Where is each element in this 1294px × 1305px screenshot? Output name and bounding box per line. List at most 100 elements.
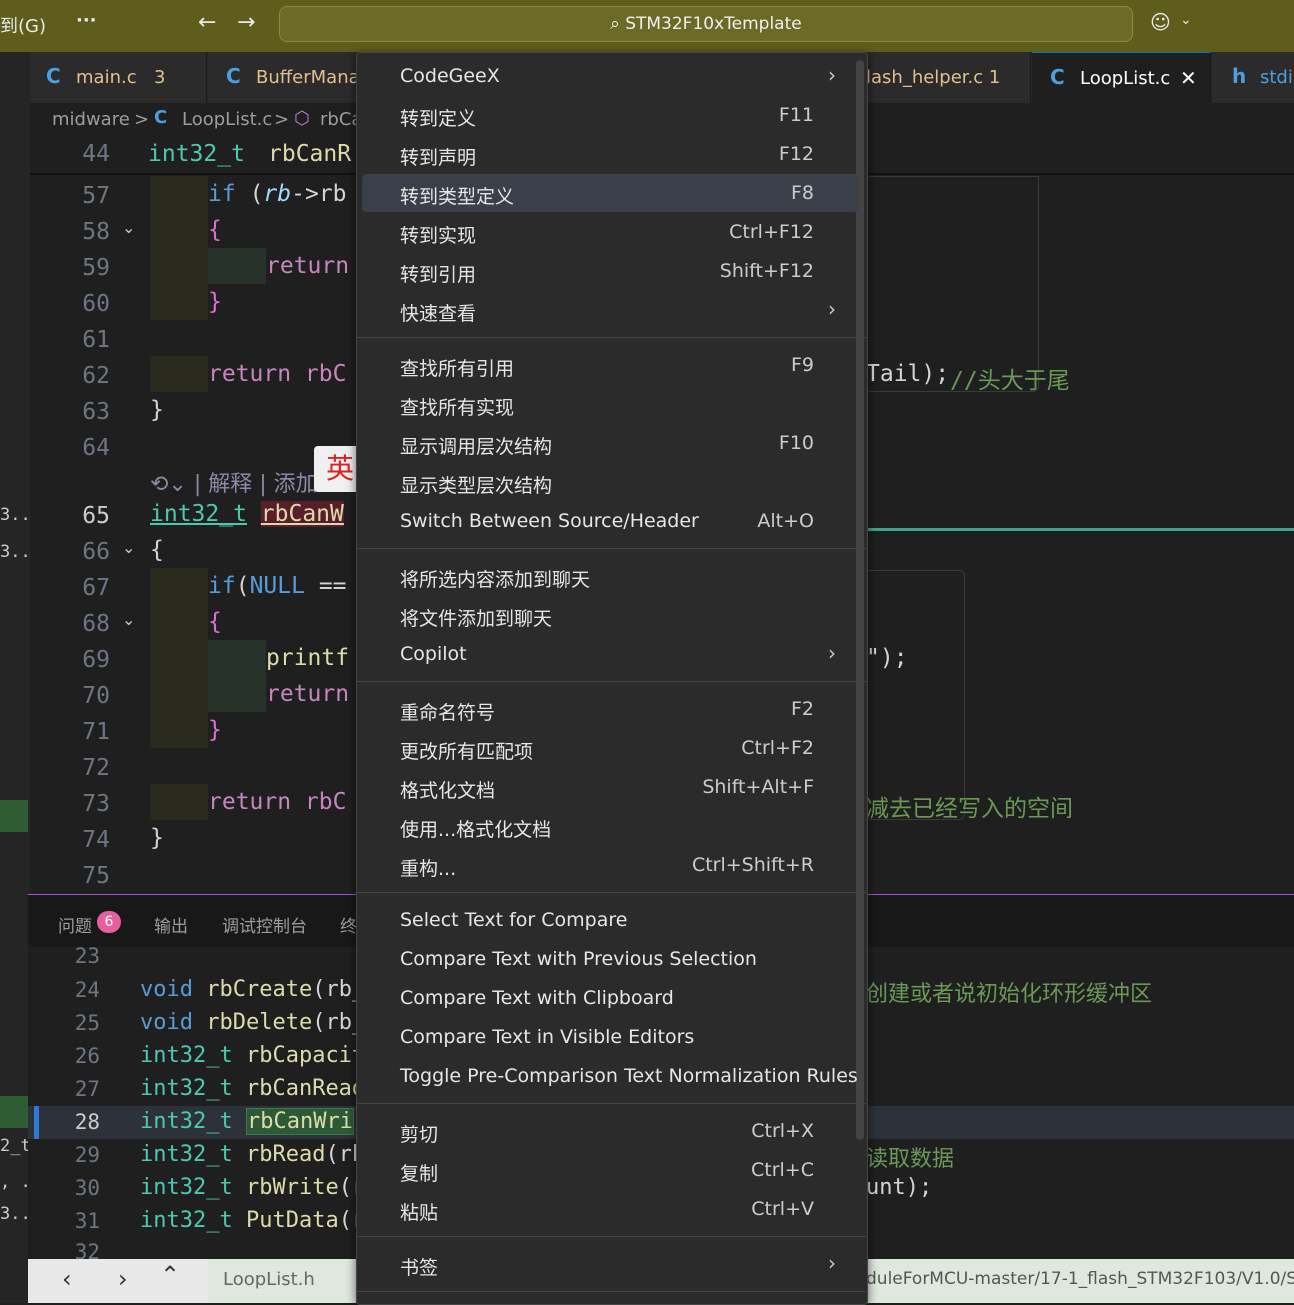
breadcrumb-file[interactable]: LoopList.c (182, 109, 272, 130)
command-center-search[interactable]: ⌕ STM32F10xTemplate (279, 6, 1133, 42)
menu-item-compare-visible-editors[interactable]: Compare Text in Visible Editors (362, 1018, 858, 1056)
arrow-right-icon[interactable]: → (237, 10, 255, 35)
codegeex-icon: ⟲⌄ (150, 472, 187, 497)
menu-item-compare-with-previous[interactable]: Compare Text with Previous Selection (362, 940, 858, 978)
tab-buffer-manager[interactable]: C BufferMana (208, 52, 360, 103)
menu-item-label: Toggle Pre-Comparison Text Normalization… (400, 1065, 858, 1087)
close-icon[interactable]: ✕ (1180, 66, 1197, 90)
code-line: unt); (866, 1175, 933, 1200)
fold-chevron-icon[interactable]: ⌄ (122, 538, 135, 557)
copilot-icon[interactable]: ☺ (1150, 10, 1171, 34)
menu-item-label: 查找所有实现 (400, 397, 515, 419)
problem-count: 3 (154, 67, 166, 88)
menu-item-format-document-with[interactable]: 使用...格式化文档 (362, 807, 858, 845)
cube-icon: ⬡ (294, 108, 310, 129)
tab-main-c[interactable]: C main.c 3 (30, 52, 207, 103)
menu-item-add-selection-to-chat[interactable]: 将所选内容添加到聊天 (362, 557, 858, 595)
menu-item-label: 粘贴 (400, 1202, 439, 1224)
h-file-icon: h (1232, 64, 1247, 88)
line-number: 62 (82, 363, 110, 389)
menu-item-bookmarks[interactable]: 书签 › (362, 1245, 858, 1283)
menu-item-label: 剪切 (400, 1124, 439, 1146)
menu-item-toggle-normalization-rules[interactable]: Toggle Pre-Comparison Text Normalization… (362, 1057, 858, 1095)
menu-item-change-all-occurrences[interactable]: 更改所有匹配项 Ctrl+F2 (362, 729, 858, 767)
fold-chevron-icon[interactable]: ⌄ (122, 218, 135, 237)
c-file-icon: C (226, 64, 241, 88)
breadcrumb-separator: > (134, 109, 150, 130)
menu-item-shortcut: Ctrl+F2 (741, 737, 814, 759)
tab-terminal[interactable]: 终 (340, 912, 357, 937)
line-number: 65 (82, 503, 110, 529)
menu-item-label: 格式化文档 (400, 780, 496, 802)
menu-item-find-all-references[interactable]: 查找所有引用 F9 (362, 346, 858, 384)
line-number: 70 (82, 683, 110, 709)
menu-item-go-to-references[interactable]: 转到引用 Shift+F12 (362, 252, 858, 290)
menu-item-label: 转到引用 (400, 264, 477, 286)
arrow-left-icon[interactable]: ← (198, 10, 216, 35)
menu-item-copilot[interactable]: Copilot › (362, 635, 858, 673)
menu-item-shortcut: Shift+F12 (719, 260, 814, 282)
menu-item-compare-with-clipboard[interactable]: Compare Text with Clipboard (362, 979, 858, 1017)
tab-problems[interactable]: 问题 (58, 912, 92, 937)
menu-item-go-to-implementation[interactable]: 转到实现 Ctrl+F12 (362, 213, 858, 251)
tab-looplist-c[interactable]: C LoopList.c ✕ (1032, 52, 1211, 104)
status-file[interactable]: LoopList.h (208, 1259, 356, 1303)
scope-outline (866, 570, 965, 820)
indent-guide (208, 248, 266, 284)
menu-item-rename-symbol[interactable]: 重命名符号 F2 (362, 690, 858, 728)
line-number: 66 (82, 539, 110, 565)
scope-outline (866, 176, 1039, 392)
menu-item-paste[interactable]: 粘贴 Ctrl+V (362, 1190, 858, 1228)
menu-item-show-call-hierarchy[interactable]: 显示调用层次结构 F10 (362, 424, 858, 462)
menu-separator (356, 1236, 866, 1237)
menu-item-cut[interactable]: 剪切 Ctrl+X (362, 1112, 858, 1150)
c-file-icon: C (46, 64, 61, 88)
menu-item-copy[interactable]: 复制 Ctrl+C (362, 1151, 858, 1189)
search-icon: ⌕ (610, 14, 620, 34)
c-file-icon: C (1050, 65, 1065, 89)
codelens[interactable]: ⟲⌄ | 解释 | 添加 (150, 466, 318, 498)
menu-item-switch-source-header[interactable]: Switch Between Source/Header Alt+O (362, 502, 858, 540)
menu-item-shortcut: Alt+O (757, 510, 814, 532)
menu-item-label: 书签 (400, 1257, 439, 1279)
chevron-up-icon[interactable]: ⌃ (160, 1261, 180, 1289)
code-line: Tail); (866, 361, 950, 387)
code-line: printf (266, 645, 350, 671)
nav-buttons: ‹ › ⌃ (28, 1259, 208, 1303)
menu-item-refactor[interactable]: 重构... Ctrl+Shift+R (362, 846, 858, 884)
chevron-right-icon[interactable]: › (118, 1265, 128, 1293)
menu-item-go-to-type-definition[interactable]: 转到类型定义 F8 (362, 174, 858, 212)
menu-item-label: 转到声明 (400, 147, 477, 169)
menu-item-label: Compare Text with Previous Selection (400, 948, 757, 970)
code-line: 创建或者说初始化环形缓冲区 (866, 982, 1153, 1007)
menu-item-go-to-declaration[interactable]: 转到声明 F12 (362, 135, 858, 173)
menu-separator (356, 548, 866, 549)
indent-guide (208, 640, 266, 712)
menu-item-shortcut: F10 (778, 432, 814, 454)
fold-chevron-icon[interactable]: ⌄ (122, 610, 135, 629)
menu-item-select-text-for-compare[interactable]: Select Text for Compare (362, 901, 858, 939)
tab-stdint[interactable]: h stdin (1212, 52, 1294, 103)
menu-item-peek[interactable]: 快速查看 › (362, 291, 858, 329)
line-number: 72 (82, 755, 110, 781)
menu-item-add-file-to-chat[interactable]: 将文件添加到聊天 (362, 596, 858, 634)
menu-item-shortcut: Shift+Alt+F (702, 776, 814, 798)
chevron-down-icon[interactable]: ⌄ (1180, 12, 1192, 28)
menu-item-find-all-implementations[interactable]: 查找所有实现 (362, 385, 858, 423)
code-line: 读取数据 (866, 1147, 955, 1172)
breadcrumb-folder[interactable]: midware (52, 109, 130, 130)
more-menu-button[interactable]: ··· (76, 10, 97, 31)
tab-flash-helper[interactable]: lash_helper.c 1 (866, 52, 1031, 103)
tab-debug-console[interactable]: 调试控制台 (222, 912, 307, 937)
menu-item-codegeex[interactable]: CodeGeeX › (362, 57, 858, 95)
menu-item-go-to-definition[interactable]: 转到定义 F11 (362, 96, 858, 134)
menu-item-format-document[interactable]: 格式化文档 Shift+Alt+F (362, 768, 858, 806)
tab-output[interactable]: 输出 (154, 912, 188, 937)
menu-item-shortcut: Ctrl+Shift+R (691, 854, 814, 876)
menu-item-shortcut: F9 (790, 354, 814, 376)
chevron-left-icon[interactable]: ‹ (62, 1265, 72, 1293)
code-line: { (150, 537, 164, 563)
menu-item-show-type-hierarchy[interactable]: 显示类型层次结构 (362, 463, 858, 501)
menu-go[interactable]: 到(G) (0, 12, 46, 38)
code-line: } (208, 289, 222, 315)
